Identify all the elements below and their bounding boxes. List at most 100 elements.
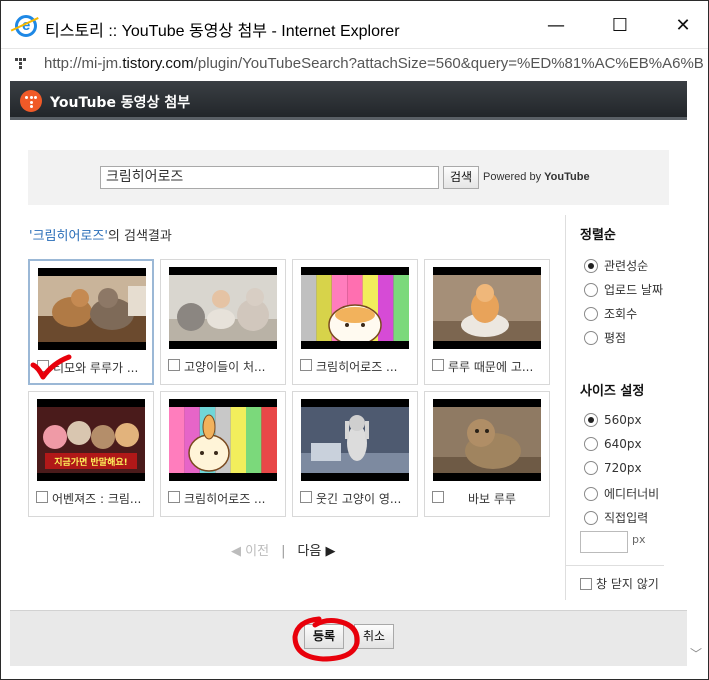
- minimize-button[interactable]: —: [536, 9, 576, 43]
- video-card[interactable]: 크림히어로즈 ...: [160, 391, 286, 517]
- url-domain: tistory.com: [122, 55, 194, 72]
- keep-window-open-option[interactable]: 창 닫지 않기: [580, 575, 659, 592]
- result-query: '크림히어로즈': [29, 229, 108, 244]
- video-thumbnail[interactable]: [169, 399, 277, 481]
- address-url[interactable]: http://mi-jm.tistory.com/plugin/YouTubeS…: [44, 55, 704, 72]
- thumbnail-baby-and-cats: [169, 275, 277, 341]
- window-title: 티스토리 :: YouTube 동영상 첨부 - Internet Explor…: [45, 23, 400, 40]
- maximize-button[interactable]: ☐: [600, 9, 640, 43]
- register-button[interactable]: 등록: [304, 624, 344, 649]
- video-card[interactable]: 티모와 루루가 ...: [28, 259, 154, 385]
- video-checkbox[interactable]: [168, 359, 180, 371]
- radio-button[interactable]: [584, 487, 598, 501]
- video-checkbox[interactable]: [432, 491, 444, 503]
- size-option-560[interactable]: 560px: [584, 413, 642, 431]
- radio-button[interactable]: [584, 461, 598, 475]
- search-input[interactable]: 크림히어로즈: [100, 166, 439, 189]
- video-card[interactable]: 지금가면 반말해요! 어벤져즈 : 크림...: [28, 391, 154, 517]
- next-page-link[interactable]: 다음 ▶: [297, 544, 335, 559]
- video-checkbox[interactable]: [300, 491, 312, 503]
- video-label: 바보 루루: [432, 490, 544, 508]
- sidebar-divider: [566, 565, 664, 566]
- video-title: 바보 루루: [468, 492, 516, 506]
- size-option-label: 720px: [604, 461, 642, 475]
- video-title: 고양이들이 처...: [184, 360, 266, 374]
- video-thumbnail[interactable]: 지금가면 반말해요!: [37, 399, 145, 481]
- video-label: 어벤져즈 : 크림...: [36, 490, 148, 508]
- ie-popup-window: e 티스토리 :: YouTube 동영상 첨부 - Internet Expl…: [0, 0, 709, 680]
- video-label: 고양이들이 처...: [168, 358, 280, 376]
- prev-page-link[interactable]: ◀ 이전: [231, 544, 269, 559]
- pagination: ◀ 이전 | 다음 ▶: [231, 540, 336, 559]
- sort-option-views[interactable]: 조회수: [584, 305, 637, 323]
- video-title: 크림히어로즈 ...: [316, 360, 398, 374]
- video-thumbnail[interactable]: [38, 268, 146, 350]
- sort-option-label: 관련성순: [604, 259, 649, 273]
- radio-button[interactable]: [584, 331, 598, 345]
- thumbnail-cats-on-bench: [38, 276, 146, 342]
- thumbnail-color-bars-cat: [301, 275, 409, 341]
- sort-option-label: 조회수: [604, 307, 638, 321]
- internet-explorer-icon: e: [15, 15, 37, 37]
- video-card[interactable]: 크림히어로즈 ...: [292, 259, 418, 385]
- powered-prefix: Powered by: [483, 171, 545, 183]
- video-label: 티모와 루루가 ...: [37, 359, 149, 377]
- thumbnail-funny-cat: [301, 407, 409, 473]
- search-button[interactable]: 검색: [443, 166, 479, 189]
- video-card[interactable]: 루루 때문에 고...: [424, 259, 550, 385]
- video-label: 루루 때문에 고...: [432, 358, 544, 376]
- custom-size-input[interactable]: [580, 531, 628, 553]
- keep-open-label: 창 닫지 않기: [596, 577, 659, 591]
- video-card[interactable]: 웃긴 고양이 영...: [292, 391, 418, 517]
- custom-size-unit: px: [632, 533, 646, 546]
- video-thumbnail[interactable]: [301, 399, 409, 481]
- video-card[interactable]: 고양이들이 처...: [160, 259, 286, 385]
- thumbnail-tabby-cat: [433, 407, 541, 473]
- video-checkbox[interactable]: [168, 491, 180, 503]
- scrollbar[interactable]: ﹀: [687, 81, 708, 666]
- dialog-header: YouTube 동영상 첨부: [10, 81, 687, 120]
- radio-button[interactable]: [584, 283, 598, 297]
- sort-option-upload-date[interactable]: 업로드 날짜: [584, 281, 663, 299]
- video-title: 루루 때문에 고...: [448, 360, 534, 374]
- page-icon: [15, 58, 26, 70]
- size-option-720[interactable]: 720px: [584, 461, 642, 479]
- size-option-label: 직접입력: [604, 511, 649, 525]
- sort-option-relevance[interactable]: 관련성순: [584, 257, 648, 275]
- sort-option-label: 평점: [604, 331, 627, 345]
- video-title: 티모와 루루가 ...: [53, 361, 139, 375]
- size-option-editor-width[interactable]: 에디터너비: [584, 485, 659, 503]
- video-checkbox[interactable]: [37, 360, 49, 372]
- radio-button[interactable]: [584, 413, 598, 427]
- radio-button[interactable]: [584, 437, 598, 451]
- size-option-label: 에디터너비: [604, 487, 660, 501]
- video-checkbox[interactable]: [36, 491, 48, 503]
- cancel-button[interactable]: 취소: [354, 624, 394, 649]
- title-bar: e 티스토리 :: YouTube 동영상 첨부 - Internet Expl…: [1, 1, 708, 48]
- thumbnail-caption: 지금가면 반말해요!: [54, 456, 127, 468]
- radio-button[interactable]: [584, 511, 598, 525]
- video-checkbox[interactable]: [432, 359, 444, 371]
- keep-open-checkbox[interactable]: [580, 578, 592, 590]
- dialog-title: YouTube 동영상 첨부: [50, 95, 191, 111]
- video-title: 어벤져즈 : 크림...: [52, 492, 142, 506]
- sort-option-rating[interactable]: 평점: [584, 329, 626, 347]
- video-label: 웃긴 고양이 영...: [300, 490, 412, 508]
- video-thumbnail[interactable]: [301, 267, 409, 349]
- dialog-footer: 등록 취소: [10, 610, 687, 666]
- size-option-custom[interactable]: 직접입력: [584, 509, 648, 527]
- size-option-label: 560px: [604, 413, 642, 427]
- close-button[interactable]: ✕: [663, 9, 703, 43]
- size-option-640[interactable]: 640px: [584, 437, 642, 455]
- video-thumbnail[interactable]: [169, 267, 277, 349]
- options-sidebar: 정렬순 관련성순 업로드 날짜 조회수 평점 사이즈 설정 560px 640p…: [565, 215, 673, 600]
- search-panel: 크림히어로즈 검색 Powered by YouTube: [28, 150, 669, 205]
- video-thumbnail[interactable]: [433, 267, 541, 349]
- scroll-down-icon[interactable]: ﹀: [690, 645, 702, 662]
- radio-button[interactable]: [584, 307, 598, 321]
- radio-button[interactable]: [584, 259, 598, 273]
- video-thumbnail[interactable]: [433, 399, 541, 481]
- video-checkbox[interactable]: [300, 359, 312, 371]
- tistory-logo-icon: [20, 90, 42, 112]
- video-card[interactable]: 바보 루루: [424, 391, 550, 517]
